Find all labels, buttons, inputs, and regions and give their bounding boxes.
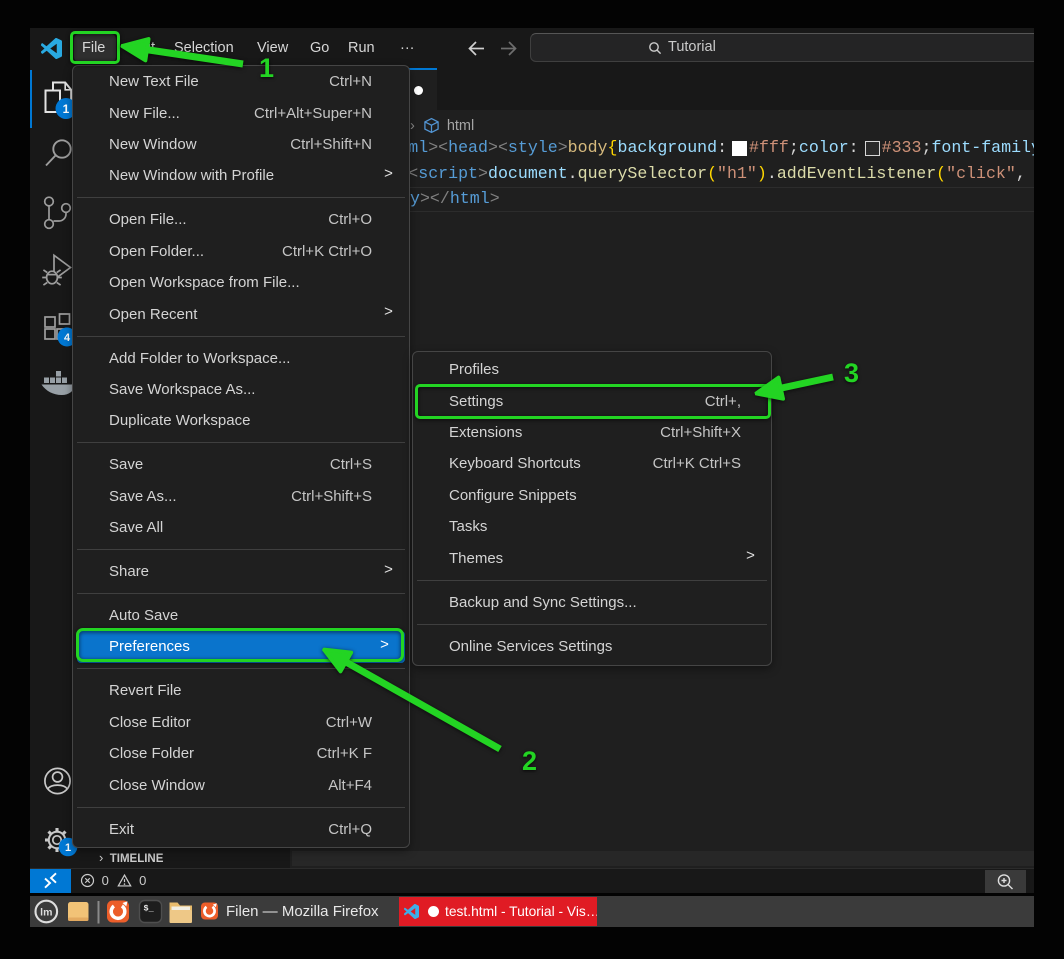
svg-text:1: 1	[65, 842, 71, 854]
svg-text:1: 1	[63, 102, 70, 116]
svg-text:$_: $_	[144, 904, 155, 914]
svg-text:lm: lm	[40, 907, 52, 919]
svg-text:4: 4	[64, 332, 71, 344]
